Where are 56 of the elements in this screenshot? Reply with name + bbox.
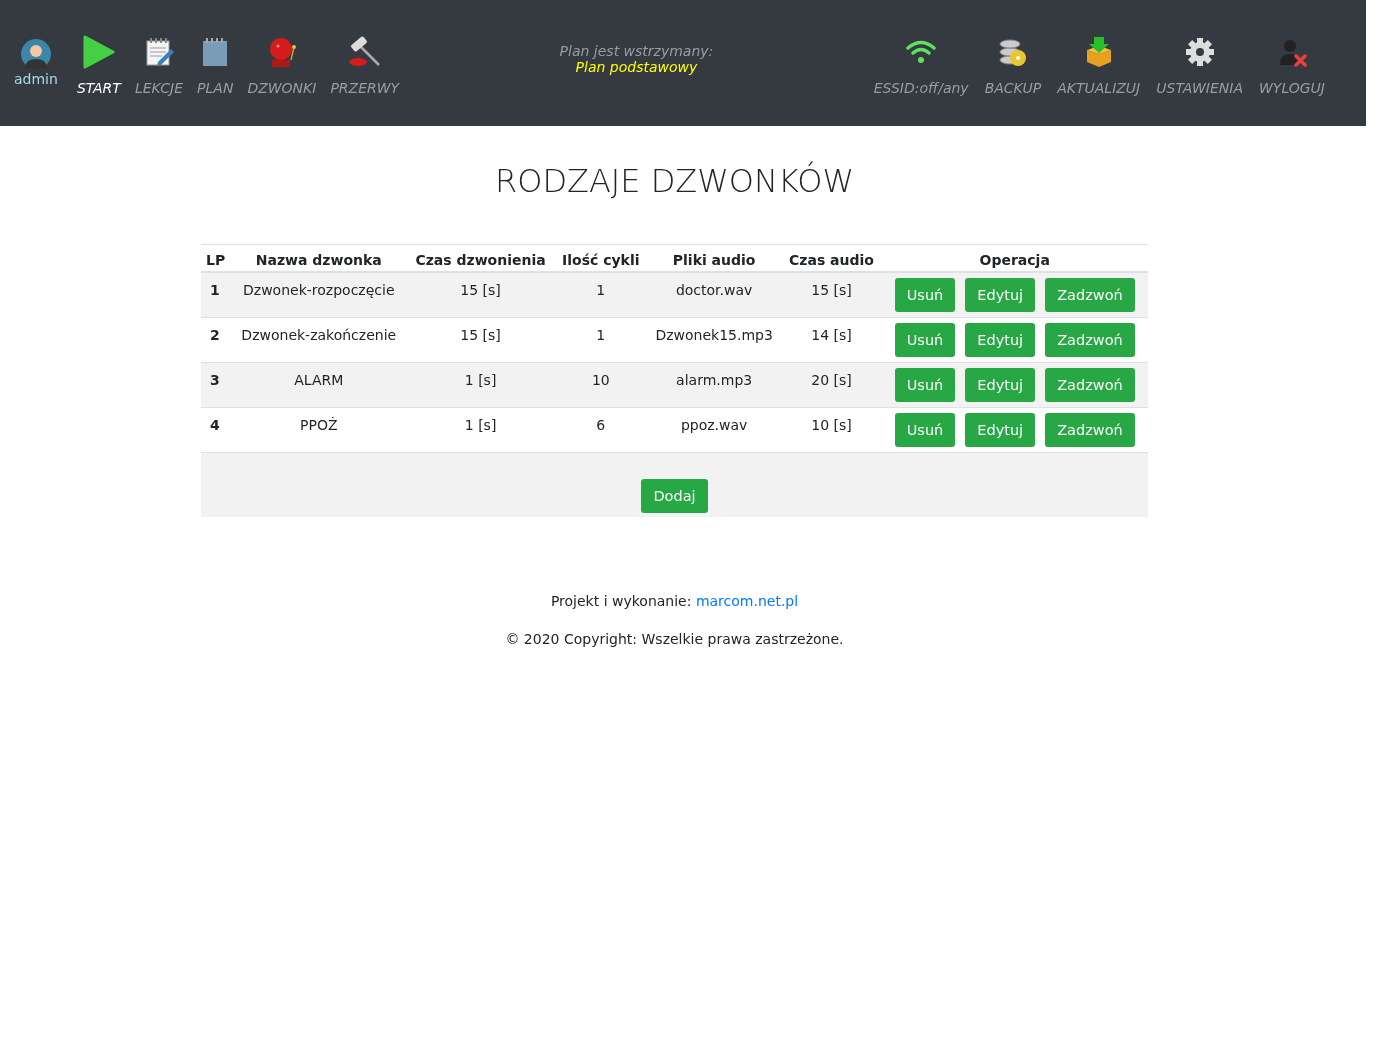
table-cell: 20 [s] xyxy=(781,362,882,408)
nav-link[interactable]: PRZERWY xyxy=(323,30,407,96)
table-cell: 1 xyxy=(201,272,232,318)
nav-link[interactable]: AKTUALIZUJ xyxy=(1050,30,1148,96)
table-cell: 15 [s] xyxy=(406,317,555,363)
gavel-icon xyxy=(347,36,382,68)
plan-name: Plan podstawowy xyxy=(575,59,698,75)
action-button[interactable]: Usuń xyxy=(894,413,956,447)
action-button[interactable]: Edytuj xyxy=(965,413,1036,447)
database-disc-icon xyxy=(997,36,1028,68)
credit-text: Projekt i wykonanie: marcom.net.pl xyxy=(550,593,799,609)
table-cell: Dzwonek-zakończenie xyxy=(231,317,407,363)
table-cell: alarm.mp3 xyxy=(646,362,782,408)
nav-link[interactable]: USTAWIENIA xyxy=(1149,30,1250,96)
table-cell: 15 [s] xyxy=(406,272,555,318)
table-cell: 1 [s] xyxy=(406,362,555,408)
table-cell: 14 [s] xyxy=(781,317,882,363)
author-link[interactable]: marcom.net.pl xyxy=(695,593,799,609)
action-button[interactable]: Usuń xyxy=(894,323,956,357)
wifi-icon xyxy=(905,39,938,65)
nav-link[interactable]: LEKCJE xyxy=(127,30,191,96)
nav-link[interactable]: BACKUP xyxy=(977,30,1049,96)
action-button[interactable]: Edytuj xyxy=(965,323,1036,357)
table-cell: ALARM xyxy=(231,362,407,408)
user-avatar-icon xyxy=(20,39,51,69)
table-cell: 2 xyxy=(201,317,232,363)
table-cell: 15 [s] xyxy=(781,272,882,318)
nav-link[interactable]: PLAN xyxy=(190,30,241,96)
copyright-text: © 2020 Copyright: Wszelkie prawa zastrzeżone. xyxy=(505,631,844,647)
notebook-icon xyxy=(201,37,230,67)
nav-link[interactable]: WYLOGUJ xyxy=(1252,30,1332,96)
action-button[interactable]: Usuń xyxy=(894,368,956,402)
plan-status-label: Plan jest wstrzymany: xyxy=(559,43,714,59)
table-cell: 1 xyxy=(554,272,647,318)
action-button[interactable]: Usuń xyxy=(894,278,956,312)
action-button[interactable]: Zadzwoń xyxy=(1045,368,1135,402)
nav-link[interactable]: DZWONKI xyxy=(240,30,324,96)
add-button[interactable]: Dodaj xyxy=(641,479,708,513)
action-button[interactable]: Zadzwoń xyxy=(1045,413,1135,447)
table-cell: 3 xyxy=(201,362,232,408)
action-button[interactable]: Zadzwoń xyxy=(1045,278,1135,312)
page-title: RODZAJE DZWONKÓW xyxy=(494,162,855,200)
table-cell: Dzwonek-rozpoczęcie xyxy=(231,272,407,318)
nav-link[interactable]: START xyxy=(69,30,128,96)
table-cell: 1 xyxy=(554,317,647,363)
table-cell: doctor.wav xyxy=(646,272,782,318)
username: admin xyxy=(14,71,58,87)
play-icon xyxy=(82,35,115,69)
action-button[interactable]: Zadzwoń xyxy=(1045,323,1135,357)
settings-icon xyxy=(1184,37,1215,67)
table-cell: 10 xyxy=(554,362,647,408)
action-button[interactable]: Edytuj xyxy=(965,278,1036,312)
notepad-pencil-icon xyxy=(144,37,174,67)
table-cell: Dzwonek15.mp3 xyxy=(646,317,782,363)
nav-link[interactable]: ESSID:off/any xyxy=(866,30,976,96)
action-button[interactable]: Edytuj xyxy=(965,368,1036,402)
